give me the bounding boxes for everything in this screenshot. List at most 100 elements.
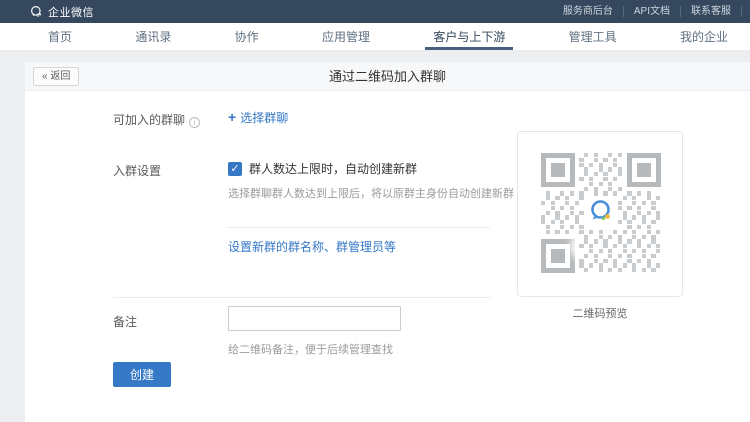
qr-module <box>618 268 622 272</box>
qr-module <box>623 263 627 267</box>
provider-console-link[interactable]: 服务商后台 <box>553 6 624 17</box>
qr-module <box>642 215 646 219</box>
qr-module <box>618 201 622 205</box>
qr-module <box>613 177 617 181</box>
qr-module <box>599 163 603 167</box>
qr-module <box>551 206 555 210</box>
qr-module <box>589 163 593 167</box>
qr-module <box>594 187 598 191</box>
qr-module <box>618 220 622 224</box>
qr-module <box>589 244 593 248</box>
qr-preview-caption: 二维码预览 <box>517 305 683 321</box>
qr-module <box>608 187 612 191</box>
nav-tab-management-tools[interactable]: 管理工具 <box>561 23 625 50</box>
nav-tab-customers[interactable]: 客户与上下游 <box>425 23 513 50</box>
qr-module <box>656 211 660 215</box>
qr-module <box>594 259 598 263</box>
qr-module <box>608 153 612 157</box>
qr-module <box>623 196 627 200</box>
qr-module <box>608 182 612 186</box>
qr-module <box>613 263 617 267</box>
remark-label: 备注 <box>113 313 137 330</box>
qr-module <box>570 206 574 210</box>
nav-tab-app-management[interactable]: 应用管理 <box>314 23 378 50</box>
qr-module <box>603 244 607 248</box>
remark-input[interactable] <box>228 306 401 331</box>
qr-module <box>632 215 636 219</box>
qr-module <box>560 225 564 229</box>
qr-module <box>618 172 622 176</box>
qr-module <box>608 235 612 239</box>
qr-module <box>637 225 641 229</box>
qr-module <box>647 263 651 267</box>
main-nav: 首页 通讯录 协作 应用管理 客户与上下游 管理工具 我的企业 <box>0 23 750 51</box>
qr-module <box>565 196 569 200</box>
qr-module <box>637 206 641 210</box>
checkbox-checked[interactable]: ✓ <box>228 162 242 176</box>
qr-module <box>565 215 569 219</box>
create-button[interactable]: 创建 <box>113 362 171 387</box>
qr-module <box>608 268 612 272</box>
qr-module <box>608 249 612 253</box>
nav-tab-home[interactable]: 首页 <box>40 23 80 50</box>
qr-module <box>555 196 559 200</box>
qr-module <box>623 230 627 234</box>
qr-module <box>618 167 622 171</box>
qr-module <box>642 254 646 258</box>
qr-module <box>599 235 603 239</box>
qr-module <box>651 220 655 224</box>
join-settings-label: 入群设置 <box>113 162 161 179</box>
brand-logo[interactable]: 企业微信 <box>30 4 94 20</box>
nav-tab-collaboration[interactable]: 协作 <box>227 23 267 50</box>
qr-module <box>555 211 559 215</box>
qr-module <box>541 201 545 205</box>
qr-module <box>594 239 598 243</box>
qr-module <box>589 230 593 234</box>
select-group-link[interactable]: +选择群聊 <box>228 109 288 126</box>
qr-module <box>651 268 655 272</box>
qr-module <box>546 196 550 200</box>
page-header: « 返回 通过二维码加入群聊 <box>25 62 750 91</box>
nav-tab-my-company[interactable]: 我的企业 <box>672 23 736 50</box>
nav-tab-contacts[interactable]: 通讯录 <box>127 23 179 50</box>
qr-module <box>647 244 651 248</box>
info-icon[interactable]: i <box>189 117 200 128</box>
qr-module <box>651 201 655 205</box>
content-card: « 返回 通过二维码加入群聊 可加入的群聊 i +选择群聊 入群设置 ✓ 群人数达… <box>25 62 750 422</box>
remark-helper: 给二维码备注，便于后续管理查找 <box>228 341 393 357</box>
joinable-group-label-text: 可加入的群聊 <box>113 113 185 127</box>
qr-module <box>637 211 641 215</box>
qr-preview-box <box>517 131 683 297</box>
qr-module <box>613 230 617 234</box>
qr-module <box>579 244 583 248</box>
qr-module <box>656 249 660 253</box>
qr-module <box>599 263 603 267</box>
qr-module <box>575 201 579 205</box>
qr-module <box>579 230 583 234</box>
auto-create-group-checkbox-row[interactable]: ✓ 群人数达上限时，自动创建新群 <box>228 160 417 177</box>
qr-module <box>579 158 583 162</box>
qr-module <box>642 235 646 239</box>
wecom-logo-icon <box>587 197 615 225</box>
qr-module <box>579 163 583 167</box>
topbar: 企业微信 服务商后台 API文档 联系客服 <box>0 0 750 23</box>
qr-module <box>584 153 588 157</box>
api-docs-link[interactable]: API文档 <box>624 6 681 17</box>
qr-finder-bottom-left <box>541 239 575 273</box>
qr-module <box>608 254 612 258</box>
qr-module <box>651 206 655 210</box>
qr-module <box>546 191 550 195</box>
qr-module <box>589 263 593 267</box>
qr-module <box>599 268 603 272</box>
new-group-settings-link[interactable]: 设置新群的群名称、群管理员等 <box>228 238 396 255</box>
qr-module <box>575 215 579 219</box>
qr-module <box>647 259 651 263</box>
qr-module <box>608 167 612 171</box>
qr-module <box>541 220 545 224</box>
qr-module <box>623 215 627 219</box>
qr-module <box>651 235 655 239</box>
qr-module <box>647 191 651 195</box>
qr-module <box>627 220 631 224</box>
contact-support-link[interactable]: 联系客服 <box>681 6 742 17</box>
qr-module <box>584 187 588 191</box>
